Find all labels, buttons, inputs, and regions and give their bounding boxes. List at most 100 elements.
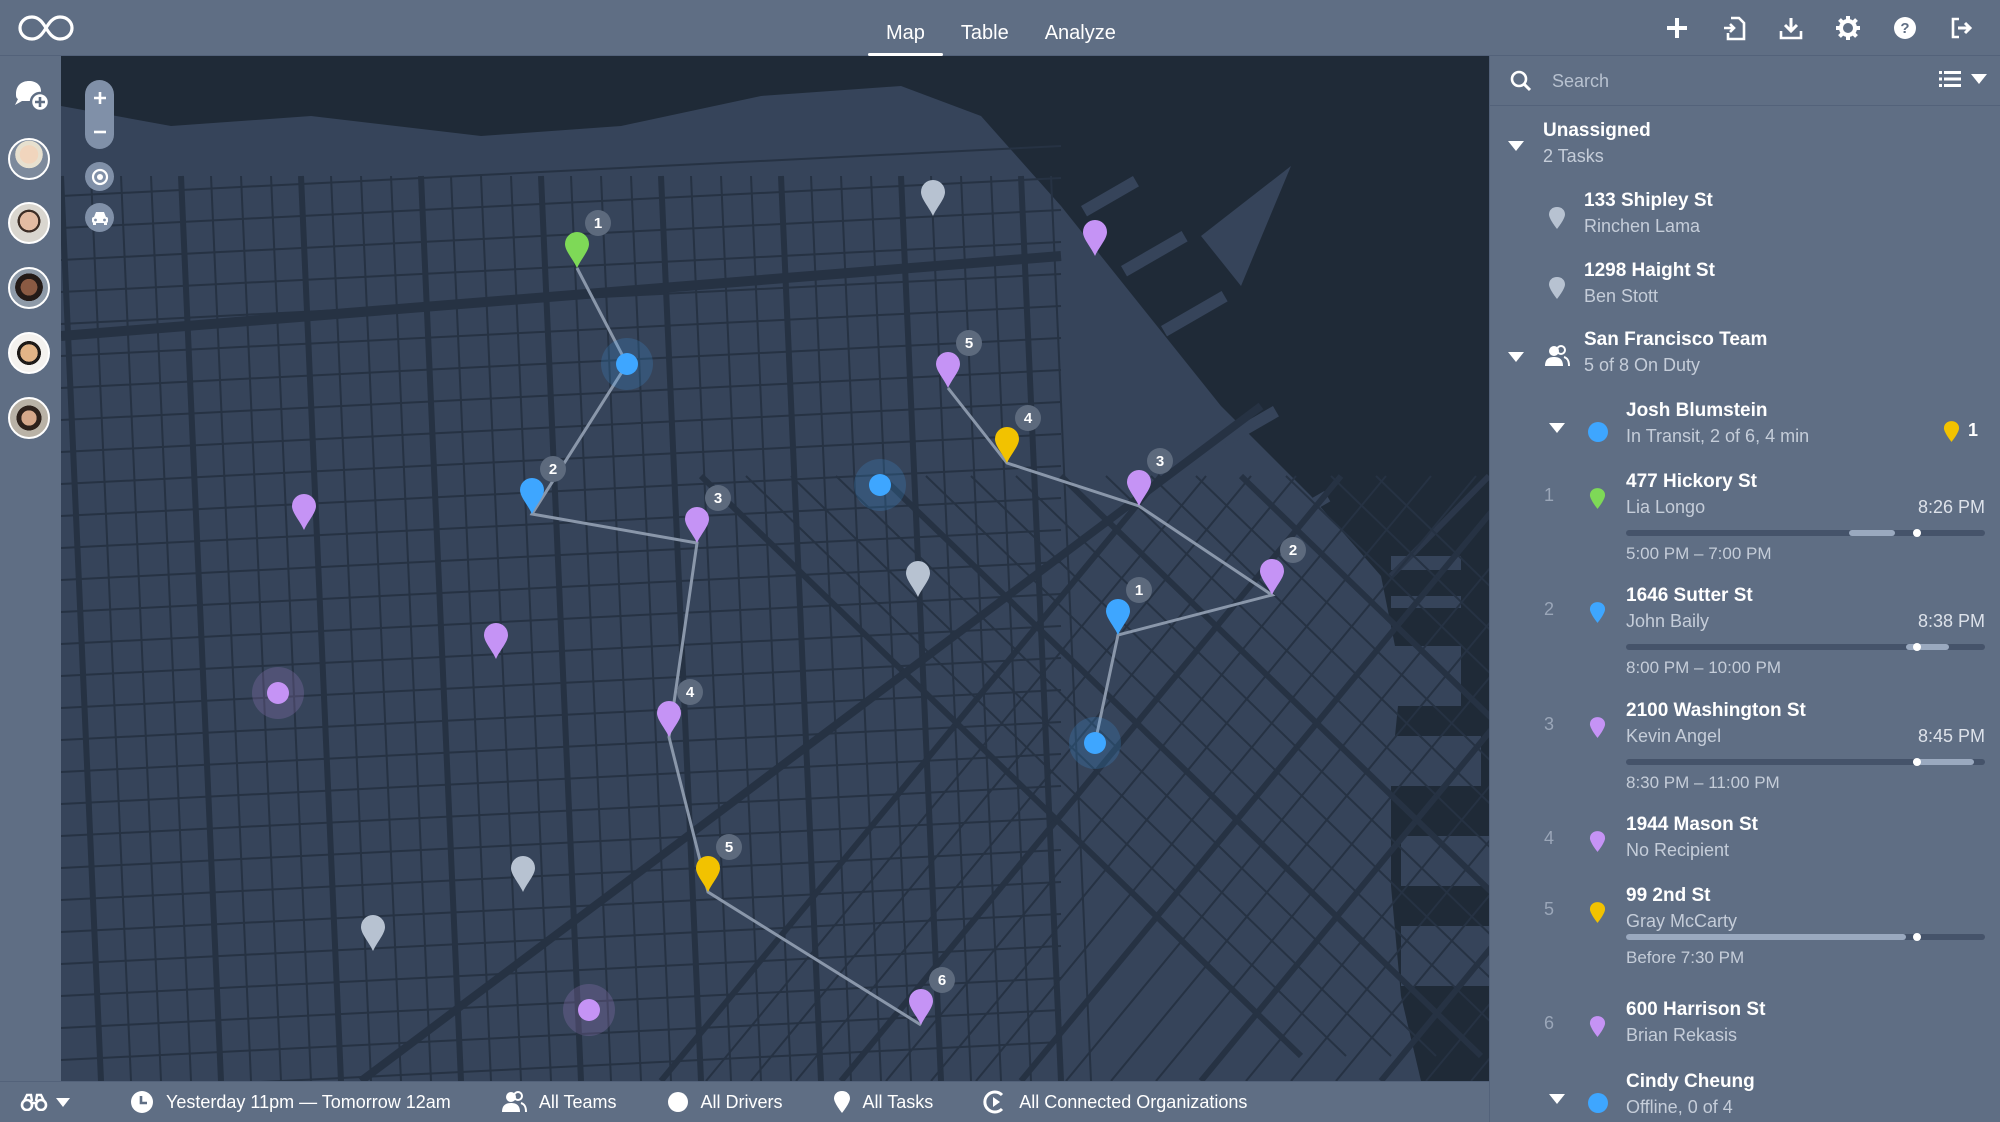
task-sequence-number: 5 [1544, 899, 1555, 919]
route-task-4[interactable]: 4 1944 Mason St No Recipient [1490, 812, 2000, 878]
time-range-label: Yesterday 11pm — Tomorrow 12am [166, 1091, 451, 1112]
task-address: 600 Harrison St [1626, 999, 1766, 1020]
task-pin-yellow[interactable] [995, 427, 1019, 463]
collapse-caret-icon[interactable] [1549, 1094, 1565, 1104]
help-button[interactable]: ? [1876, 0, 1933, 56]
task-sequence-number: 6 [1544, 1013, 1555, 1033]
infinity-logo-icon[interactable] [18, 13, 74, 43]
driver-avatar-5[interactable] [8, 397, 50, 439]
driver-name: Cindy Cheung [1626, 1071, 1755, 1092]
task-address: 1298 Haight St [1584, 260, 1715, 281]
zoom-in-button[interactable] [85, 81, 114, 115]
drivers-filter[interactable]: All Drivers [667, 1082, 783, 1122]
group-subtitle: 2 Tasks [1543, 146, 1604, 166]
route-task-1[interactable]: 1 477 Hickory St Lia Longo 8:26 PM 5:00 PM –… [1490, 469, 2000, 577]
task-pin-gray[interactable] [906, 561, 930, 597]
driver-name: Josh Blumstein [1626, 400, 1768, 421]
alert-pin-icon [1943, 421, 1960, 442]
task-pin-purple[interactable] [1127, 470, 1151, 506]
driver-location-marker[interactable] [252, 667, 304, 719]
view-options-dropdown[interactable] [20, 1082, 70, 1122]
tab-table[interactable]: Table [943, 0, 1027, 56]
map-canvas[interactable]: 1 2 3 4 5 6 5 4 3 2 1 [61, 56, 1489, 1081]
recenter-button[interactable] [85, 162, 114, 191]
driver-josh-blumstein[interactable]: Josh Blumstein In Transit, 2 of 6, 4 min… [1490, 398, 2000, 464]
driver-location-marker[interactable] [854, 459, 906, 511]
driver-avatar-2[interactable] [8, 202, 50, 244]
task-sequence-number: 3 [1544, 714, 1555, 734]
tab-map[interactable]: Map [868, 0, 943, 56]
unassigned-task-1[interactable]: 133 Shipley St Rinchen Lama [1490, 186, 2000, 252]
route-task-2[interactable]: 2 1646 Sutter St John Baily 8:38 PM 8:00 PM … [1490, 583, 2000, 691]
import-button[interactable] [1705, 0, 1762, 56]
create-task-button[interactable] [1648, 0, 1705, 56]
driver-avatar-4[interactable] [8, 332, 50, 374]
driver-location-marker[interactable] [601, 338, 653, 390]
time-window-fill [1848, 530, 1896, 536]
task-pin-gray[interactable] [921, 180, 945, 216]
task-pin-yellow[interactable] [696, 856, 720, 892]
pin-icon [1549, 207, 1565, 229]
collapse-caret-icon[interactable] [1549, 423, 1565, 433]
traffic-toggle-button[interactable] [85, 203, 114, 232]
route-task-3[interactable]: 3 2100 Washington St Kevin Angel 8:45 PM 8:3… [1490, 698, 2000, 806]
task-pin-purple[interactable] [685, 507, 709, 543]
stop-number-badge: 4 [677, 679, 703, 705]
stop-number-badge: 2 [1280, 537, 1306, 563]
unassigned-task-2[interactable]: 1298 Haight St Ben Stott [1490, 256, 2000, 322]
task-address: 2100 Washington St [1626, 700, 1806, 721]
driver-avatar-3[interactable] [8, 267, 50, 309]
task-recipient: Rinchen Lama [1584, 216, 1701, 236]
task-pin-purple[interactable] [936, 352, 960, 388]
group-san-francisco-team[interactable]: San Francisco Team 5 of 8 On Duty [1490, 327, 2000, 393]
plus-icon [1666, 18, 1687, 38]
stop-number-badge: 1 [585, 210, 611, 236]
time-window-bar [1626, 933, 1985, 941]
teams-filter[interactable]: All Teams [501, 1082, 617, 1122]
task-pin-green[interactable] [565, 232, 589, 268]
driver-location-marker[interactable] [563, 984, 615, 1036]
download-button[interactable] [1762, 0, 1819, 56]
task-address: 133 Shipley St [1584, 190, 1713, 211]
task-pin-purple[interactable] [1083, 220, 1107, 256]
list-options-dropdown[interactable] [1939, 70, 1987, 88]
collapse-caret-icon[interactable] [1508, 141, 1524, 151]
task-pin-blue[interactable] [520, 478, 544, 514]
organizations-label: All Connected Organizations [1019, 1091, 1248, 1112]
task-pin-purple[interactable] [657, 701, 681, 737]
task-pin-gray[interactable] [361, 915, 385, 951]
tab-analyze[interactable]: Analyze [1027, 0, 1134, 56]
time-range-filter[interactable]: Yesterday 11pm — Tomorrow 12am [130, 1082, 451, 1122]
task-pin-purple[interactable] [484, 623, 508, 659]
driver-cindy-cheung[interactable]: Cindy Cheung Offline, 0 of 4 [1490, 1069, 2000, 1122]
settings-button[interactable] [1819, 0, 1876, 56]
logout-button[interactable] [1933, 0, 1990, 56]
task-pin-purple[interactable] [292, 494, 316, 530]
current-time-marker [1912, 643, 1921, 651]
top-bar: Map Table Analyze ? [0, 0, 2000, 56]
tasks-filter[interactable]: All Tasks [833, 1082, 933, 1122]
task-sidebar: Unassigned 2 Tasks 133 Shipley St Rinche… [1489, 56, 2000, 1122]
route-task-5[interactable]: 5 99 2nd St Gray McCarty Before 7:30 PM [1490, 883, 2000, 991]
route-task-6[interactable]: 6 600 Harrison St Brian Rekasis [1490, 997, 2000, 1063]
collapse-caret-icon[interactable] [1508, 352, 1524, 362]
current-time-marker [1912, 529, 1921, 537]
search-input[interactable] [1552, 65, 1892, 97]
organizations-filter[interactable]: All Connected Organizations [983, 1082, 1247, 1122]
task-time-window: 8:30 PM – 11:00 PM [1626, 773, 1780, 792]
task-pin-blue[interactable] [1106, 599, 1130, 635]
driver-avatar-1[interactable] [8, 138, 50, 180]
group-unassigned[interactable]: Unassigned 2 Tasks [1490, 114, 2000, 176]
clock-icon [131, 1091, 153, 1113]
zoom-out-button[interactable] [85, 115, 114, 149]
new-chat-icon[interactable] [12, 78, 50, 112]
team-title: San Francisco Team [1584, 329, 1768, 350]
task-sequence-number: 1 [1544, 485, 1555, 505]
task-time-window: 5:00 PM – 7:00 PM [1626, 544, 1772, 563]
driver-location-marker[interactable] [1069, 717, 1121, 769]
task-address: 99 2nd St [1626, 885, 1711, 906]
pin-icon [1589, 831, 1606, 852]
task-pin-gray[interactable] [511, 856, 535, 892]
stop-number-badge: 1 [1126, 577, 1152, 603]
binoculars-icon [20, 1093, 48, 1111]
